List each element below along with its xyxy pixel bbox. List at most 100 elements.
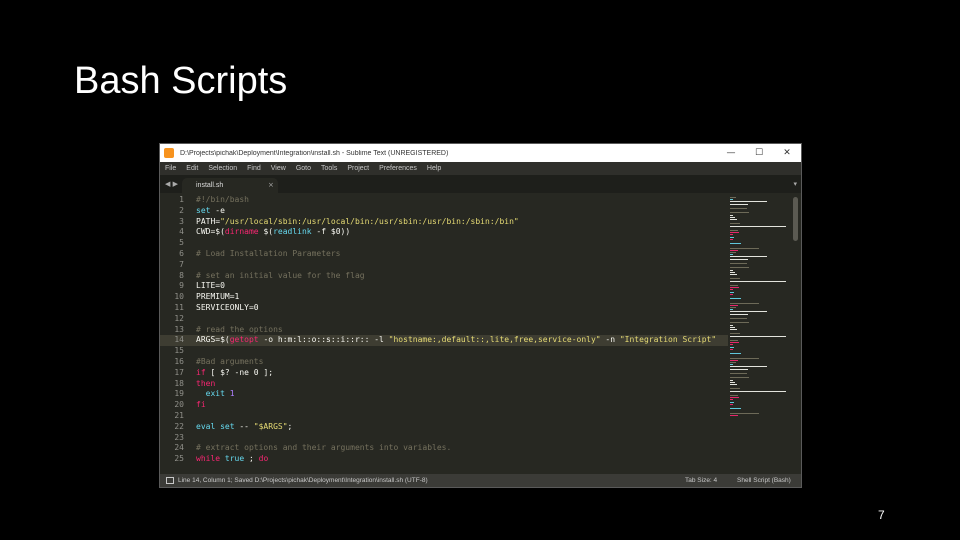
menu-help[interactable]: Help: [422, 165, 446, 172]
code-line[interactable]: fi: [196, 400, 206, 411]
minimap-line: [730, 414, 739, 416]
slide-title: Bash Scripts: [74, 60, 288, 102]
menu-edit[interactable]: Edit: [181, 165, 203, 172]
window-titlebar[interactable]: D:\Projects\pichak\Deployment\Integratio…: [160, 144, 801, 162]
code-line[interactable]: # read the options: [196, 325, 283, 336]
minimap-line: [730, 289, 733, 291]
minimap-line: [730, 326, 735, 328]
window-title: D:\Projects\pichak\Deployment\Integratio…: [180, 149, 449, 157]
minimap-line: [730, 318, 747, 319]
tab-size-selector[interactable]: Tab Size: 4: [685, 477, 717, 484]
code-line[interactable]: # extract options and their arguments in…: [196, 443, 451, 454]
code-line[interactable]: set -e: [196, 206, 225, 217]
minimap[interactable]: [728, 193, 790, 474]
line-number: 11: [174, 303, 184, 312]
code-line[interactable]: PREMIUM=1: [196, 292, 239, 303]
minimap-line: [730, 384, 738, 385]
scrollbar-thumb[interactable]: [793, 197, 798, 241]
menu-preferences[interactable]: Preferences: [374, 165, 422, 172]
code-token: ARGS=$(: [196, 335, 230, 345]
code-line[interactable]: exit 1: [196, 389, 235, 400]
line-number: 6: [179, 249, 184, 258]
minimap-line: [730, 258, 748, 260]
line-number: 24: [174, 443, 184, 453]
minimap-line: [730, 357, 760, 359]
menu-goto[interactable]: Goto: [291, 165, 316, 172]
syntax-selector[interactable]: Shell Script (Bash): [737, 477, 791, 484]
minimize-button[interactable]: —: [717, 144, 745, 162]
line-number: 22: [174, 421, 184, 431]
code-editor[interactable]: 1 2 3 4 5 6 7 8 9 10 11 12 13 14 15 16 17 18 19 20 21 22 23 24 2…: [160, 193, 801, 474]
code-line[interactable]: while true ; do: [196, 454, 268, 465]
minimap-line: [730, 390, 786, 392]
code-token: then: [196, 378, 216, 388]
code-line[interactable]: eval set -- "$ARGS";: [196, 422, 292, 433]
code-token: CWD=$(: [196, 227, 225, 237]
menu-selection[interactable]: Selection: [203, 165, 242, 172]
code-line[interactable]: PATH="/usr/local/sbin:/usr/local/bin:/us…: [196, 217, 519, 228]
code-line[interactable]: ARGS=$(getopt -o h:m:l::o::s::i::r:: -l …: [196, 335, 716, 346]
menu-find[interactable]: Find: [242, 165, 266, 172]
line-number: 2: [179, 205, 184, 215]
menu-file[interactable]: File: [160, 165, 181, 172]
minimap-line: [730, 293, 733, 295]
minimap-line: [730, 302, 760, 304]
minimap-line: [730, 309, 734, 311]
minimap-line: [730, 401, 735, 403]
minimap-line: [730, 212, 750, 214]
minimap-line: [730, 359, 739, 361]
minimap-line: [730, 252, 737, 253]
code-token: --: [234, 421, 254, 431]
menu-tools[interactable]: Tools: [316, 165, 342, 172]
minimap-line: [730, 348, 733, 350]
panel-toggle-icon[interactable]: [166, 477, 174, 484]
tab-install-sh[interactable]: install.sh ×: [182, 178, 278, 193]
code-line[interactable]: if [ $? -ne 0 ];: [196, 368, 273, 379]
tab-dropdown-icon[interactable]: ▾: [793, 180, 797, 188]
menu-view[interactable]: View: [266, 165, 291, 172]
code-line[interactable]: then: [196, 379, 215, 390]
code-token: ;: [244, 454, 259, 464]
code-token: if: [196, 367, 206, 377]
code-line[interactable]: #!/bin/bash: [196, 195, 249, 206]
minimap-line: [730, 364, 734, 366]
code-token: 1: [224, 389, 235, 399]
line-number: 21: [174, 411, 184, 420]
minimap-line: [730, 381, 735, 383]
minimap-line: [730, 287, 739, 289]
minimap-line: [730, 243, 741, 245]
vertical-scrollbar[interactable]: [791, 193, 801, 474]
minimap-line: [730, 223, 740, 225]
minimap-line: [730, 199, 734, 201]
menu-project[interactable]: Project: [342, 165, 374, 172]
line-number: 14: [174, 335, 184, 345]
minimap-line: [730, 263, 747, 264]
code-area[interactable]: #!/bin/bash set -e PATH="/usr/local/sbin:/…: [190, 193, 728, 474]
close-button[interactable]: ✕: [773, 144, 801, 162]
code-line[interactable]: CWD=$(dirname $(readlink -f $0)): [196, 227, 350, 238]
line-number: 5: [179, 238, 184, 248]
minimap-line: [730, 208, 747, 209]
minimap-line: [730, 269, 734, 271]
minimap-line: [730, 234, 733, 236]
minimap-line: [730, 304, 739, 306]
tab-nav-arrows-icon[interactable]: ◀ ▶: [165, 180, 178, 188]
line-number: 15: [174, 346, 184, 356]
line-number: 17: [174, 367, 184, 377]
code-line[interactable]: #Bad arguments: [196, 357, 263, 368]
code-token: while: [196, 454, 221, 464]
code-line[interactable]: # set an initial value for the flag: [196, 271, 365, 282]
minimap-line: [730, 362, 737, 363]
line-number: 18: [174, 378, 184, 388]
minimap-line: [730, 346, 735, 348]
minimap-line: [730, 322, 750, 324]
code-line[interactable]: SERVICEONLY=0: [196, 303, 259, 314]
minimap-line: [730, 397, 739, 399]
maximize-button[interactable]: ☐: [745, 144, 773, 162]
code-line[interactable]: LITE=0: [196, 281, 225, 292]
code-line[interactable]: # Load Installation Parameters: [196, 249, 341, 260]
minimap-line: [730, 408, 741, 410]
tab-close-icon[interactable]: ×: [268, 181, 274, 189]
minimap-line: [730, 280, 786, 282]
code-token: do: [258, 454, 269, 464]
